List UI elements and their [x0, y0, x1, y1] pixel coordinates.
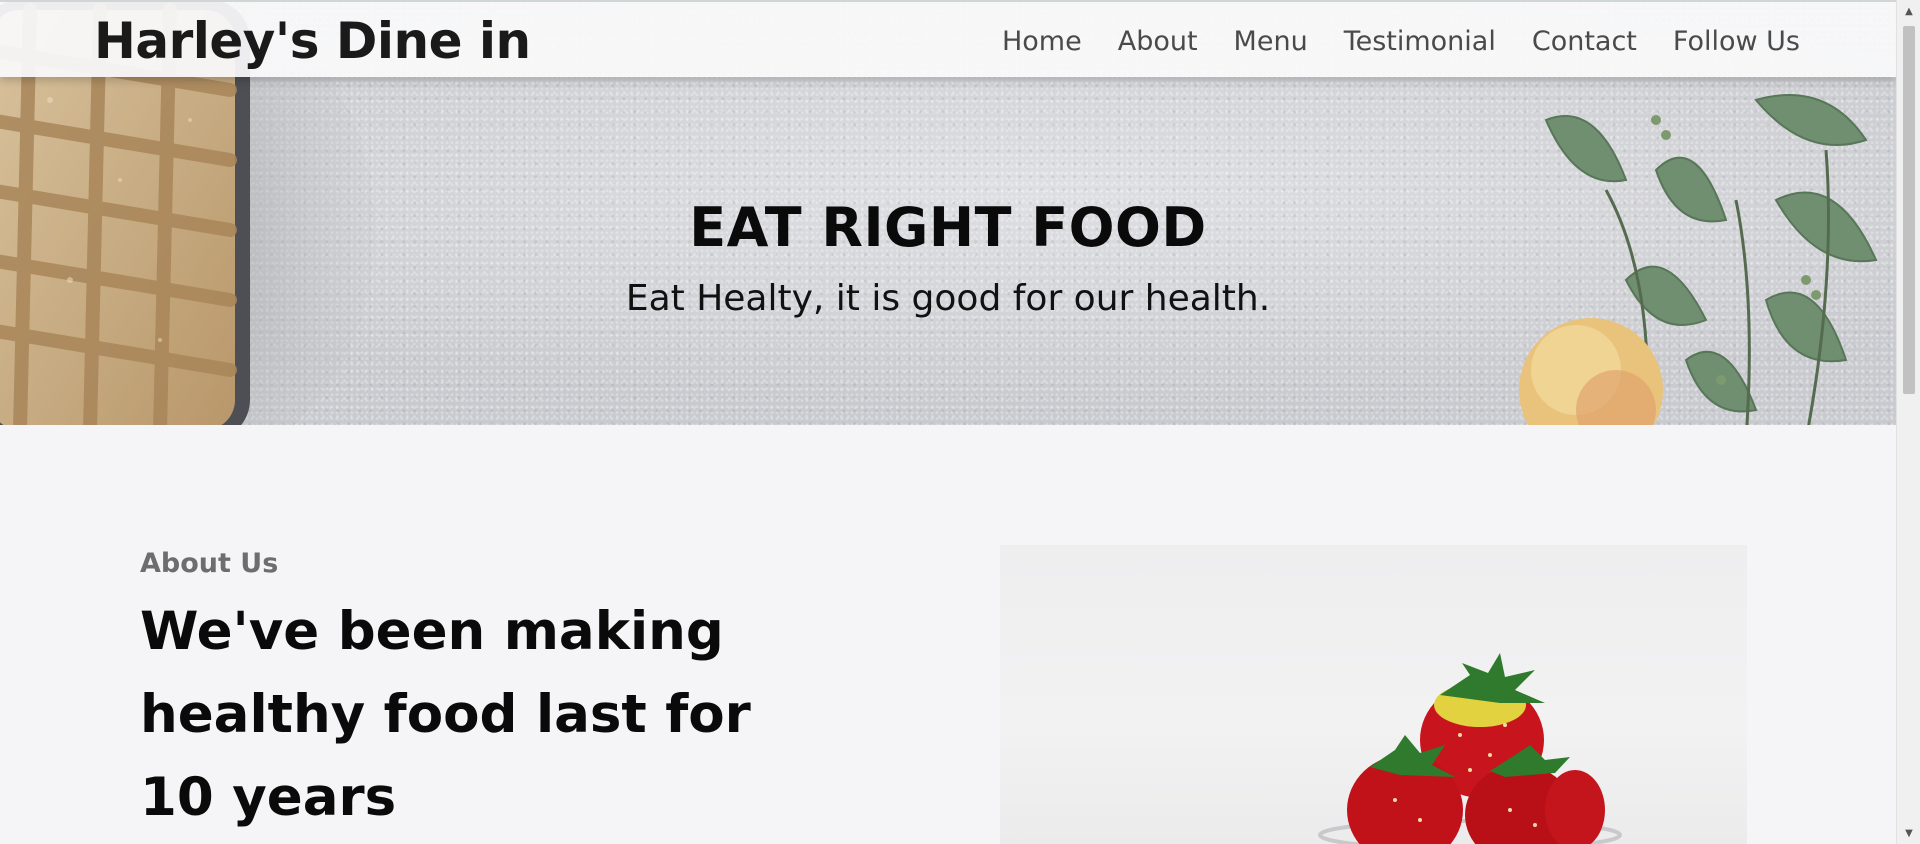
- nav-link-follow-us[interactable]: Follow Us: [1673, 26, 1800, 57]
- nav-links: Home About Menu Testimonial Contact Foll…: [1002, 26, 1800, 57]
- scroll-down-arrow-icon[interactable]: ▼: [1897, 824, 1920, 842]
- hero-subtitle: Eat Healty, it is good for our health.: [625, 278, 1271, 319]
- strawberries-image: [1000, 545, 1747, 844]
- scroll-up-arrow-icon[interactable]: ▲: [1897, 2, 1920, 20]
- hero-title: EAT RIGHT FOOD: [689, 196, 1207, 259]
- brand-logo-text[interactable]: Harley's Dine in: [94, 12, 531, 70]
- page-scrollbar[interactable]: ▲ ▼: [1896, 0, 1920, 844]
- scrollbar-thumb[interactable]: [1903, 26, 1915, 394]
- nav-link-menu[interactable]: Menu: [1234, 26, 1308, 57]
- nav-link-testimonial[interactable]: Testimonial: [1344, 26, 1496, 57]
- nav-link-contact[interactable]: Contact: [1532, 26, 1637, 57]
- top-navbar: Harley's Dine in Home About Menu Testimo…: [0, 0, 1896, 77]
- about-section-heading: We've been making healthy food last for …: [140, 601, 751, 828]
- about-section-label: About Us: [140, 548, 279, 579]
- nav-link-home[interactable]: Home: [1002, 26, 1082, 57]
- nav-link-about[interactable]: About: [1118, 26, 1198, 57]
